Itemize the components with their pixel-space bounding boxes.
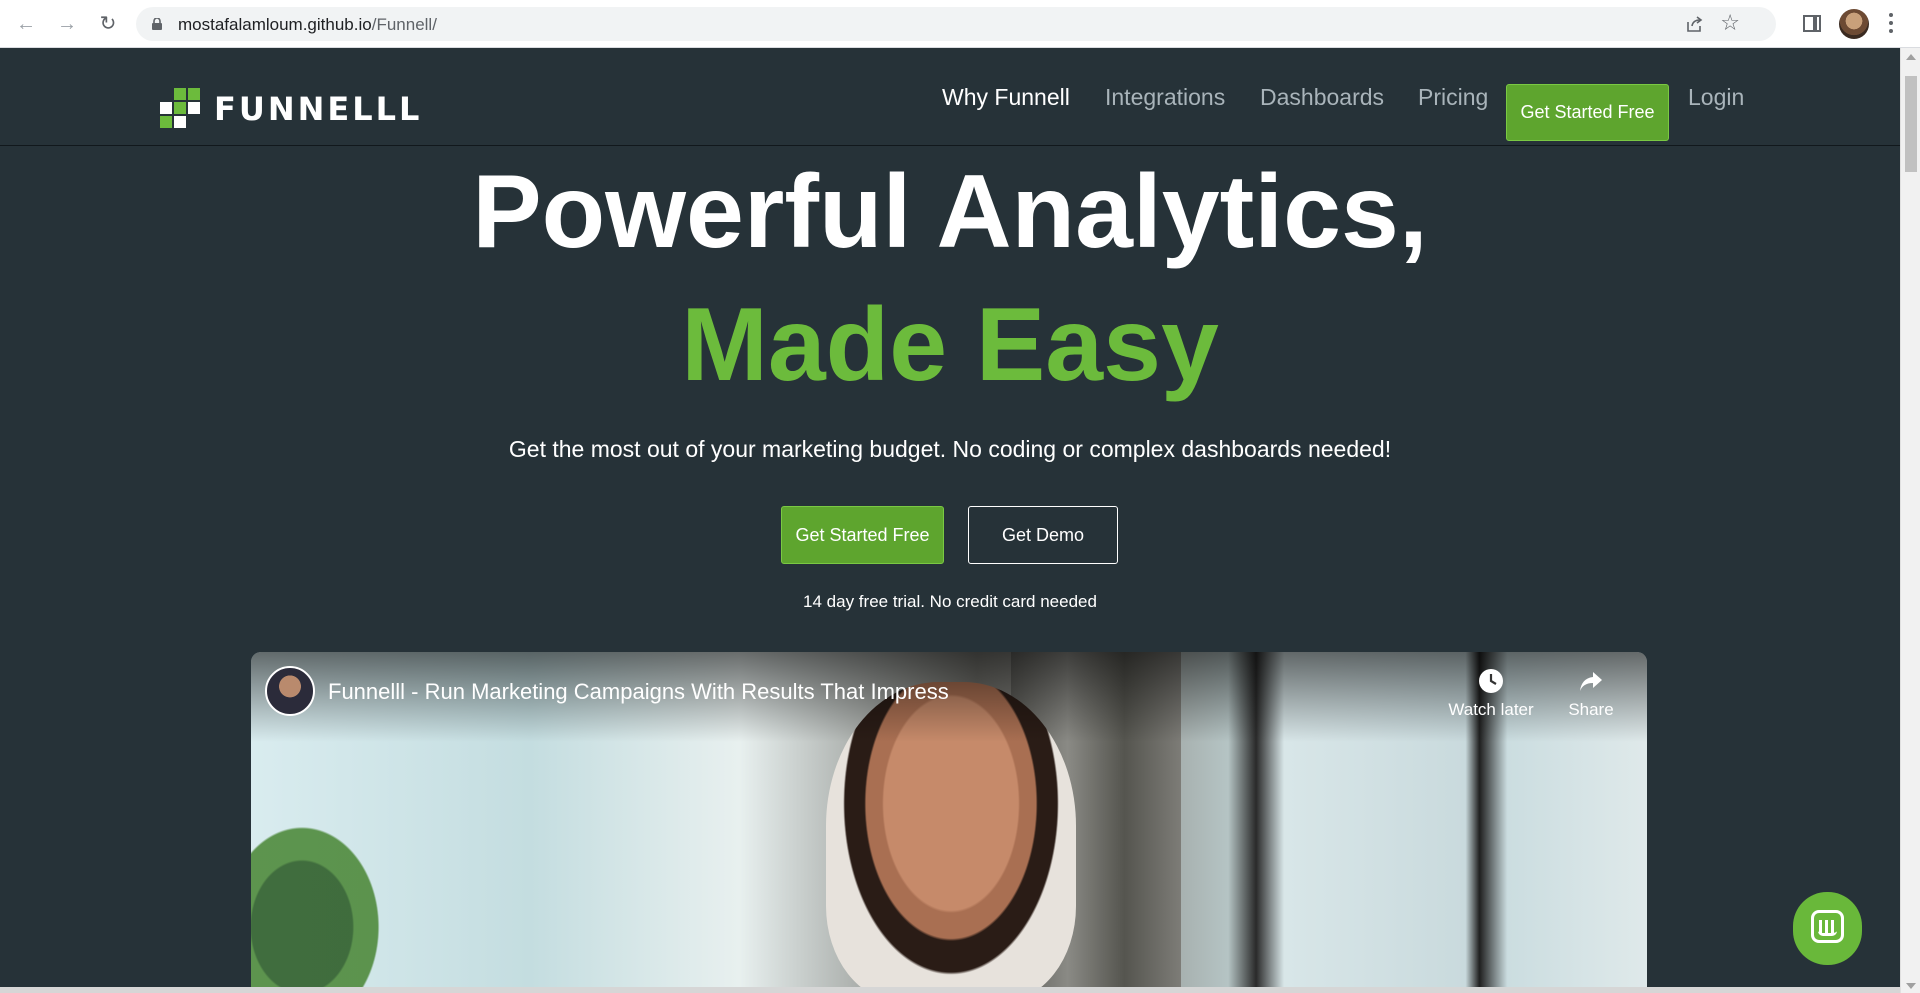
scroll-down-icon[interactable] [1906,983,1916,989]
hero-title-line2: Made Easy [681,287,1219,403]
share-icon[interactable] [1686,15,1704,33]
get-demo-button[interactable]: Get Demo [968,506,1118,564]
reload-icon[interactable]: ↻ [96,12,120,36]
star-icon[interactable]: ☆ [1720,12,1740,34]
nav-pricing[interactable]: Pricing [1418,84,1488,111]
scroll-up-icon[interactable] [1906,54,1916,60]
hero-subtitle: Get the most out of your marketing budge… [508,436,1392,462]
kebab-menu-icon[interactable] [1888,11,1894,37]
address-bar[interactable]: mostafalamloum.github.io/Funnell/ ☆ [136,7,1776,41]
lock-icon [152,18,162,30]
video-background-plant [251,773,421,993]
browser-toolbar: ← → ↻ mostafalamloum.github.io/Funnell/ … [0,0,1920,48]
horizontal-scrollbar[interactable] [0,987,1900,993]
share-arrow-icon [1580,672,1602,691]
url-text: mostafalamloum.github.io/Funnell/ [178,15,437,35]
forward-icon[interactable]: → [55,12,79,36]
hero-title-line1: Powerful Analytics, [472,154,1428,270]
nav-integrations[interactable]: Integrations [1105,84,1225,111]
vertical-scrollbar[interactable] [1900,48,1920,993]
scrollbar-thumb[interactable] [1905,76,1917,172]
watch-later-button[interactable]: Watch later [1441,668,1541,720]
url-path: /Funnell/ [371,15,437,34]
nav-why-funnell[interactable]: Why Funnell [942,84,1070,111]
profile-avatar[interactable] [1839,9,1869,39]
nav-dashboards[interactable]: Dashboards [1260,84,1384,111]
main-nav: Why Funnell Integrations Dashboards Pric… [0,66,1900,141]
side-panel-icon[interactable] [1803,15,1821,32]
chat-launcher-button[interactable] [1793,892,1862,965]
video-title[interactable]: Funnelll - Run Marketing Campaigns With … [328,679,949,705]
site-header: FUNNELLL Why Funnell Integrations Dashbo… [0,48,1900,146]
trial-note: 14 day free trial. No credit card needed [803,592,1097,611]
clock-icon [1479,669,1503,693]
share-label: Share [1568,700,1614,719]
back-icon[interactable]: ← [14,12,38,36]
chat-icon [1811,910,1844,943]
watch-later-label: Watch later [1448,700,1534,719]
nav-login[interactable]: Login [1688,84,1744,111]
channel-avatar[interactable] [265,666,315,716]
embedded-video-player[interactable]: Funnelll - Run Marketing Campaigns With … [251,652,1647,993]
get-started-button[interactable]: Get Started Free [781,506,944,564]
share-video-button[interactable]: Share [1541,668,1641,720]
url-host: mostafalamloum.github.io [178,15,372,34]
header-get-started-button[interactable]: Get Started Free [1506,84,1669,141]
